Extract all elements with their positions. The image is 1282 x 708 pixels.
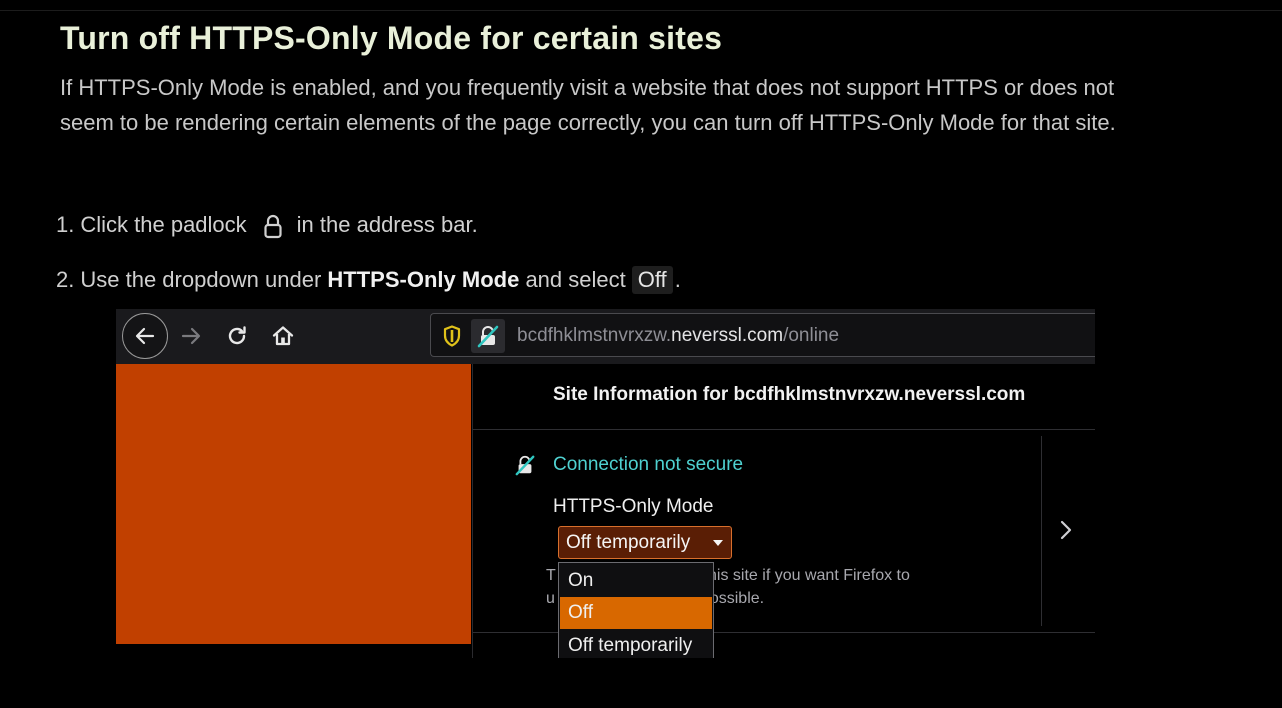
panel-divider	[473, 429, 1095, 430]
reload-button[interactable]	[224, 323, 250, 349]
https-only-dropdown-list: On Off Off temporarily	[558, 562, 714, 658]
home-button[interactable]	[270, 323, 296, 349]
top-divider	[0, 10, 1282, 11]
step-2: 2. Use the dropdown under HTTPS-Only Mod…	[56, 266, 681, 294]
forward-arrow-icon	[181, 327, 201, 345]
url-path: /online	[783, 325, 840, 346]
inline-code: Off	[631, 266, 673, 294]
browser-screenshot: bcdfhklmstnvrxzw.neverssl.com/online Sit…	[116, 309, 1095, 658]
option-off[interactable]: Off	[560, 597, 712, 629]
url-text: bcdfhklmstnvrxzw.neverssl.com/online	[517, 325, 839, 347]
browser-toolbar: bcdfhklmstnvrxzw.neverssl.com/online	[116, 309, 1095, 364]
step-text: and select	[525, 267, 626, 292]
description-cut-text: u	[546, 590, 555, 607]
step-text: Click the padlock	[80, 212, 247, 237]
description-cut-text: T	[546, 567, 556, 584]
dropdown-caret-icon	[713, 540, 723, 546]
site-info-panel: Site Information for bcdfhklmstnvrxzw.ne…	[472, 364, 1095, 658]
tracking-protection-shield-icon[interactable]	[443, 325, 461, 347]
back-arrow-icon	[135, 327, 155, 345]
address-bar[interactable]: bcdfhklmstnvrxzw.neverssl.com/online	[430, 313, 1095, 357]
option-on[interactable]: On	[560, 565, 712, 597]
step-text: Use the dropdown under	[80, 267, 322, 292]
panel-vertical-divider	[1041, 436, 1042, 626]
step-1: 1. Click the padlock in the address bar.	[56, 212, 478, 240]
forward-button[interactable]	[178, 323, 204, 349]
padlock-icon	[263, 214, 283, 240]
insecure-lock-icon	[514, 454, 536, 476]
step-text: in the address bar.	[296, 212, 478, 237]
page-content-area	[116, 364, 471, 644]
intro-paragraph: If HTTPS-Only Mode is enabled, and you f…	[60, 75, 1116, 135]
step-number: 1.	[56, 212, 75, 237]
site-info-button[interactable]	[471, 319, 505, 353]
url-subdomain: bcdfhklmstnvrxzw.	[517, 325, 672, 346]
option-off-temporarily[interactable]: Off temporarily	[560, 630, 712, 658]
reload-icon	[228, 326, 246, 345]
home-icon	[272, 326, 294, 346]
site-info-title: Site Information for bcdfhklmstnvrxzw.ne…	[553, 384, 1026, 405]
https-only-label: HTTPS-Only Mode	[553, 496, 714, 517]
section-heading: Turn off HTTPS-Only Mode for certain sit…	[60, 20, 723, 56]
insecure-lock-icon	[477, 325, 499, 348]
url-host: neverssl.com	[671, 325, 784, 346]
https-only-select[interactable]: Off temporarily	[558, 526, 732, 559]
select-value: Off temporarily	[566, 531, 691, 553]
step-text: .	[674, 267, 681, 292]
step-emphasis: HTTPS-Only Mode	[327, 267, 520, 292]
back-button[interactable]	[122, 313, 168, 359]
chevron-right-icon[interactable]	[1059, 519, 1073, 541]
step-number: 2.	[56, 267, 75, 292]
connection-status[interactable]: Connection not secure	[553, 454, 743, 476]
